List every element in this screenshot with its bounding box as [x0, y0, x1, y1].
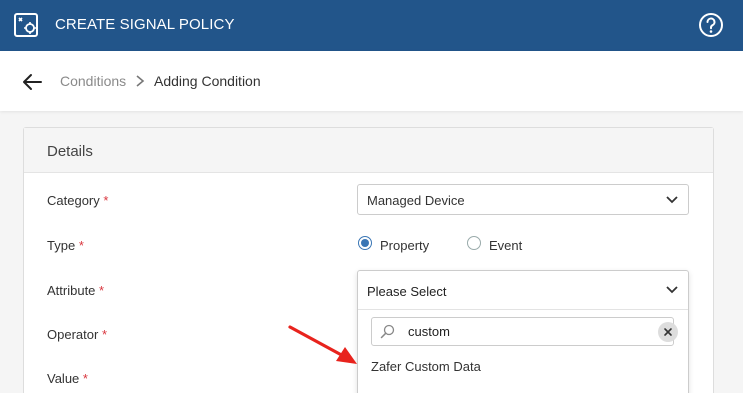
- page-title: CREATE SIGNAL POLICY: [55, 16, 235, 33]
- category-select-value: Managed Device: [367, 193, 465, 208]
- attribute-label: Attribute *: [47, 283, 105, 298]
- details-panel-header: Details: [24, 128, 713, 173]
- chevron-down-icon: [666, 196, 678, 204]
- attribute-select-value: Please Select: [367, 284, 447, 299]
- annotation-arrow-icon: [288, 325, 357, 364]
- attribute-search-input[interactable]: [408, 322, 638, 341]
- policy-app-icon: [14, 13, 38, 37]
- type-event-radio[interactable]: [467, 236, 481, 250]
- category-select[interactable]: Managed Device: [357, 184, 689, 215]
- category-label: Category *: [47, 193, 109, 208]
- type-event-label[interactable]: Event: [489, 238, 522, 253]
- clear-search-button[interactable]: [658, 322, 678, 342]
- breadcrumb-conditions-link[interactable]: Conditions: [60, 73, 126, 89]
- close-icon: [664, 328, 672, 336]
- attribute-dropdown: Please Select Zafer Custom Data: [357, 270, 689, 393]
- attribute-search-box: [371, 317, 678, 346]
- attribute-option[interactable]: Zafer Custom Data: [371, 359, 481, 374]
- type-property-radio[interactable]: [358, 236, 372, 250]
- details-panel-title: Details: [47, 143, 93, 160]
- required-marker: *: [99, 283, 105, 298]
- breadcrumb: Conditions Adding Condition: [0, 51, 743, 111]
- attribute-select[interactable]: Please Select: [358, 271, 688, 310]
- operator-label: Operator *: [47, 327, 107, 342]
- type-label: Type *: [47, 238, 84, 253]
- required-marker: *: [78, 238, 84, 253]
- chevron-down-icon: [666, 286, 678, 294]
- required-marker: *: [82, 371, 88, 386]
- arrow-left-icon[interactable]: [21, 71, 43, 93]
- app-header: CREATE SIGNAL POLICY: [0, 0, 743, 51]
- required-marker: *: [101, 327, 107, 342]
- chevron-right-icon: [136, 75, 145, 87]
- help-circle-icon[interactable]: [698, 12, 724, 38]
- search-icon: [380, 324, 395, 339]
- type-property-label[interactable]: Property: [380, 238, 429, 253]
- required-marker: *: [103, 193, 109, 208]
- value-label: Value *: [47, 371, 88, 386]
- breadcrumb-current: Adding Condition: [154, 73, 261, 89]
